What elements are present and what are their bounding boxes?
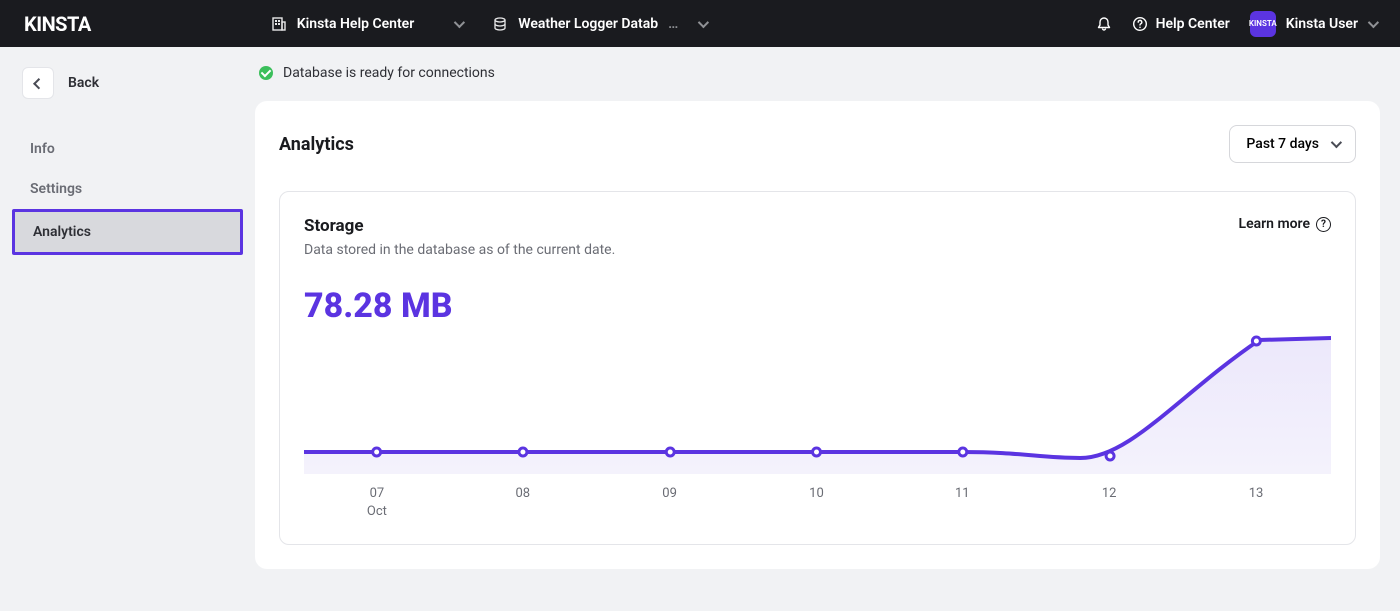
time-range-dropdown[interactable]: Past 7 days (1229, 125, 1356, 163)
page-title: Analytics (279, 134, 354, 155)
sidebar: Back Info Settings Analytics (0, 47, 255, 611)
org-dropdown[interactable]: Kinsta Help Center (271, 16, 462, 32)
user-name: Kinsta User (1286, 16, 1358, 32)
logo: KINSTA (24, 12, 91, 36)
back-label: Back (68, 75, 99, 91)
x-month: Oct (367, 504, 387, 519)
bell-icon (1096, 16, 1112, 32)
status-banner: Database is ready for connections (255, 47, 1380, 101)
avatar: KINSTA (1250, 11, 1276, 37)
status-text: Database is ready for connections (283, 65, 495, 81)
x-tick: 11 (955, 486, 970, 501)
building-icon (271, 16, 287, 32)
db-name: Weather Logger Datab (518, 16, 658, 32)
check-circle-icon (259, 66, 273, 80)
database-dropdown[interactable]: Weather Logger Datab … (492, 16, 706, 32)
sidebar-item-settings[interactable]: Settings (12, 169, 243, 209)
help-circle-icon (1132, 16, 1148, 32)
chevron-down-icon (1331, 137, 1342, 148)
help-center-link[interactable]: Help Center (1132, 16, 1230, 32)
chevron-down-icon (1368, 16, 1379, 27)
database-icon (492, 16, 508, 32)
sidebar-item-info[interactable]: Info (12, 129, 243, 169)
chevron-down-icon (698, 16, 709, 27)
x-tick: 08 (515, 486, 530, 501)
storage-subtitle: Data stored in the database as of the cu… (304, 242, 615, 258)
storage-panel: Storage Data stored in the database as o… (279, 191, 1356, 545)
x-tick: 10 (809, 486, 824, 501)
user-menu[interactable]: Kinsta User (1286, 16, 1376, 32)
x-tick: 13 (1249, 486, 1264, 501)
help-circle-icon: ? (1316, 217, 1331, 232)
analytics-card: Analytics Past 7 days Storage Data store… (255, 101, 1380, 569)
storage-chart (304, 334, 1331, 474)
notifications-button[interactable] (1096, 16, 1112, 32)
sidebar-item-analytics[interactable]: Analytics (12, 209, 243, 255)
x-tick: 12 (1102, 486, 1117, 501)
back-button[interactable]: Back (22, 67, 99, 99)
help-center-label: Help Center (1156, 16, 1230, 32)
storage-title: Storage (304, 216, 615, 236)
topbar: KINSTA Kinsta Help Center Weather Logger… (0, 0, 1400, 47)
chart-x-axis: 07 Oct 08 09 10 11 12 13 (304, 486, 1331, 520)
range-label: Past 7 days (1246, 136, 1319, 152)
main-content: Database is ready for connections Analyt… (255, 47, 1400, 611)
learn-more-link[interactable]: Learn more ? (1239, 216, 1331, 232)
x-tick: 09 (662, 486, 677, 501)
db-ellipsis: … (668, 16, 678, 32)
back-icon-box (22, 67, 54, 99)
chevron-down-icon (454, 16, 465, 27)
org-name: Kinsta Help Center (297, 16, 414, 32)
arrow-left-icon (33, 78, 44, 89)
x-tick: 07 (370, 486, 385, 501)
storage-value: 78.28 MB (304, 286, 1331, 326)
